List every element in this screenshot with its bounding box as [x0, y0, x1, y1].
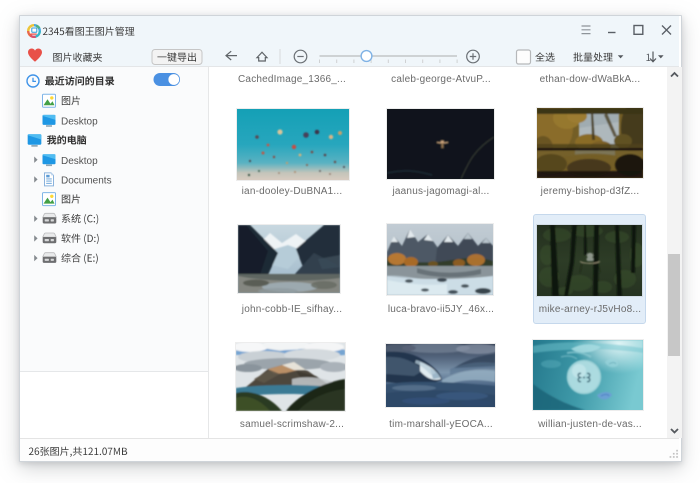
- svg-text:Documents: Documents: [61, 176, 112, 187]
- svg-text:Desktop: Desktop: [61, 156, 98, 167]
- svg-text:Desktop: Desktop: [61, 117, 98, 128]
